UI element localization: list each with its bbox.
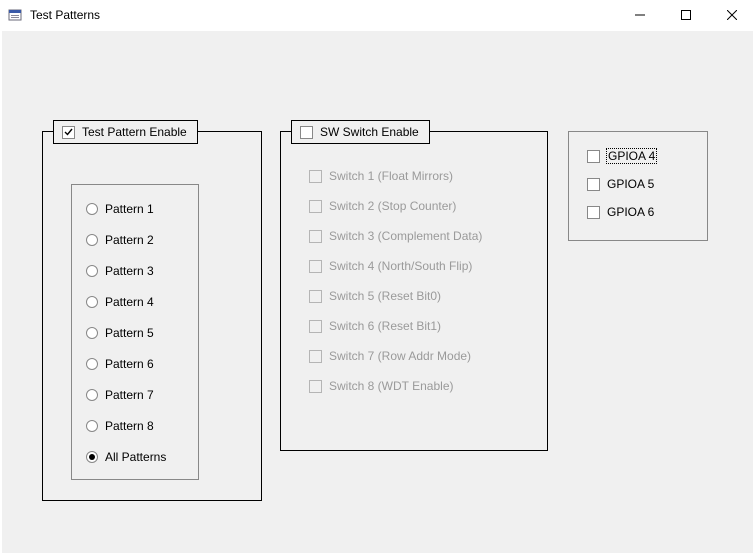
client-area: Test Pattern Enable Pattern 1Pattern 2Pa…: [1, 30, 754, 554]
switch-checkbox-6: Switch 7 (Row Addr Mode): [309, 348, 482, 364]
checkbox-icon: [309, 230, 322, 243]
pattern-radio-6[interactable]: Pattern 7: [86, 387, 166, 403]
pattern-label: Pattern 1: [105, 202, 154, 216]
pattern-subgroup: Pattern 1 Pattern 2 Pattern 3 Pattern 4 Patt…: [71, 184, 199, 480]
radio-icon: [86, 420, 98, 432]
pattern-label: Pattern 4: [105, 295, 154, 309]
app-icon: [8, 7, 24, 23]
close-button[interactable]: [709, 0, 755, 30]
pattern-radio-1[interactable]: Pattern 2: [86, 232, 166, 248]
radio-icon: [86, 451, 98, 463]
gpioa-checkbox-1[interactable]: GPIOA 5: [587, 176, 656, 192]
gpioa-label: GPIOA 4: [607, 149, 656, 163]
checkbox-icon: [309, 350, 322, 363]
switch-checkbox-4: Switch 5 (Reset Bit0): [309, 288, 482, 304]
pattern-radio-7[interactable]: Pattern 8: [86, 418, 166, 434]
group-sw-switch: SW Switch Enable Switch 1 (Float Mirrors…: [280, 131, 548, 451]
switch-checkbox-1: Switch 2 (Stop Counter): [309, 198, 482, 214]
switch-label: Switch 8 (WDT Enable): [329, 379, 453, 393]
pattern-label: Pattern 7: [105, 388, 154, 402]
switch-label: Switch 1 (Float Mirrors): [329, 169, 453, 183]
checkbox-icon: [587, 206, 600, 219]
switch-checkbox-5: Switch 6 (Reset Bit1): [309, 318, 482, 334]
gpioa-label: GPIOA 6: [607, 205, 654, 219]
gpioa-checkbox-0[interactable]: GPIOA 4: [587, 148, 656, 164]
pattern-radio-0[interactable]: Pattern 1: [86, 201, 166, 217]
window-title: Test Patterns: [30, 8, 100, 22]
maximize-button[interactable]: [663, 0, 709, 30]
checkbox-icon: [309, 320, 322, 333]
radio-icon: [86, 265, 98, 277]
switch-label: Switch 6 (Reset Bit1): [329, 319, 441, 333]
switch-label: Switch 5 (Reset Bit0): [329, 289, 441, 303]
checkbox-icon: [62, 126, 75, 139]
checkbox-icon: [309, 200, 322, 213]
pattern-radio-2[interactable]: Pattern 3: [86, 263, 166, 279]
pattern-label: All Patterns: [105, 450, 166, 464]
switch-checkbox-2: Switch 3 (Complement Data): [309, 228, 482, 244]
radio-icon: [86, 327, 98, 339]
checkbox-icon: [309, 380, 322, 393]
checkbox-icon: [309, 170, 322, 183]
test-pattern-enable-checkbox[interactable]: Test Pattern Enable: [53, 120, 198, 144]
radio-icon: [86, 358, 98, 370]
checkbox-icon: [309, 260, 322, 273]
switch-checkbox-0: Switch 1 (Float Mirrors): [309, 168, 482, 184]
pattern-label: Pattern 3: [105, 264, 154, 278]
pattern-radio-8[interactable]: All Patterns: [86, 449, 166, 465]
checkbox-icon: [587, 150, 600, 163]
group-test-pattern: Test Pattern Enable Pattern 1Pattern 2Pa…: [42, 131, 262, 501]
switch-checkbox-3: Switch 4 (North/South Flip): [309, 258, 482, 274]
checkbox-icon: [300, 126, 313, 139]
gpioa-checkbox-2[interactable]: GPIOA 6: [587, 204, 656, 220]
switch-label: Switch 4 (North/South Flip): [329, 259, 472, 273]
group-gpioa: GPIOA 4 GPIOA 5 GPIOA 6: [568, 131, 708, 241]
radio-icon: [86, 296, 98, 308]
switch-checkbox-7: Switch 8 (WDT Enable): [309, 378, 482, 394]
test-pattern-enable-label: Test Pattern Enable: [82, 125, 187, 139]
sw-switch-enable-checkbox[interactable]: SW Switch Enable: [291, 120, 430, 144]
pattern-radio-4[interactable]: Pattern 5: [86, 325, 166, 341]
switch-label: Switch 7 (Row Addr Mode): [329, 349, 471, 363]
radio-icon: [86, 234, 98, 246]
checkbox-icon: [587, 178, 600, 191]
pattern-label: Pattern 2: [105, 233, 154, 247]
pattern-radio-3[interactable]: Pattern 4: [86, 294, 166, 310]
switch-label: Switch 3 (Complement Data): [329, 229, 482, 243]
radio-icon: [86, 203, 98, 215]
title-bar: Test Patterns: [0, 0, 755, 30]
gpioa-label: GPIOA 5: [607, 177, 654, 191]
minimize-button[interactable]: [617, 0, 663, 30]
sw-switch-enable-label: SW Switch Enable: [320, 125, 419, 139]
radio-icon: [86, 389, 98, 401]
pattern-label: Pattern 5: [105, 326, 154, 340]
pattern-label: Pattern 6: [105, 357, 154, 371]
switch-label: Switch 2 (Stop Counter): [329, 199, 456, 213]
pattern-radio-5[interactable]: Pattern 6: [86, 356, 166, 372]
checkbox-icon: [309, 290, 322, 303]
pattern-label: Pattern 8: [105, 419, 154, 433]
